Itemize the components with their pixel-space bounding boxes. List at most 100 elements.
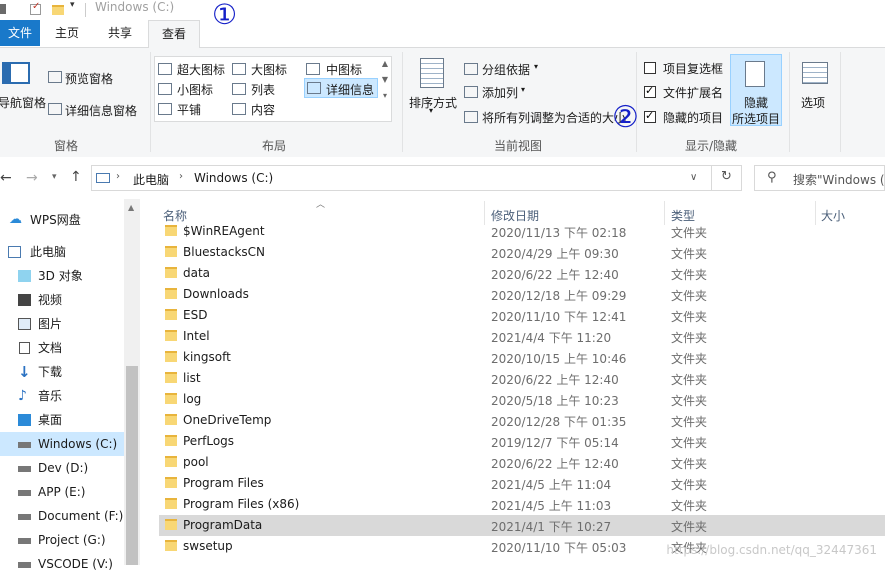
layout-option-label: 详细信息: [326, 83, 375, 97]
table-row[interactable]: data 2020/6/22 上午 12:40 文件夹: [159, 263, 885, 284]
hidden-items-checkbox[interactable]: [644, 109, 656, 123]
nav-item-drive-g[interactable]: Project (G:): [0, 528, 124, 552]
hide-selected-items-button[interactable]: 隐藏 所选项目: [730, 54, 782, 126]
address-bar[interactable]: › 此电脑 › Windows (C:) ∨ ↻: [91, 165, 742, 191]
fit-columns-label: 将所有列调整为合适的大小: [482, 111, 627, 125]
file-extensions-toggle[interactable]: 文件扩展名: [643, 83, 729, 101]
layout-details[interactable]: 详细信息: [304, 78, 378, 98]
back-arrow-icon[interactable]: ←: [0, 170, 12, 186]
layout-scroll-buttons[interactable]: ▲ ▼ ▾: [380, 56, 390, 120]
table-row[interactable]: ProgramData 2021/4/1 下午 10:27 文件夹: [159, 515, 885, 536]
table-row[interactable]: log 2020/5/18 上午 10:23 文件夹: [159, 389, 885, 410]
nav-item-pictures[interactable]: 图片: [0, 312, 124, 336]
table-row[interactable]: list 2020/6/22 上午 12:40 文件夹: [159, 368, 885, 389]
item-checkboxes-checkbox[interactable]: [644, 62, 656, 74]
preview-pane-button[interactable]: 预览窗格: [47, 68, 147, 86]
cube-icon: [18, 270, 31, 282]
folder-icon: [165, 288, 177, 299]
folder-icon: [165, 456, 177, 467]
forward-arrow-icon[interactable]: →: [26, 170, 38, 186]
layout-extra-large-icons[interactable]: 超大图标: [158, 60, 230, 78]
file-type: 文件夹: [671, 520, 708, 534]
layout-tiles[interactable]: 平铺: [158, 100, 230, 118]
fit-all-columns-button[interactable]: 将所有列调整为合适的大小: [463, 108, 633, 126]
table-row[interactable]: PerfLogs 2019/12/7 下午 05:14 文件夹: [159, 431, 885, 452]
new-folder-icon[interactable]: [52, 5, 64, 15]
table-row[interactable]: OneDriveTemp 2020/12/28 下午 01:35 文件夹: [159, 410, 885, 431]
nav-item-downloads[interactable]: ↓ 下载: [0, 360, 124, 384]
nav-item-drive-v[interactable]: VSCODE (V:): [0, 552, 124, 576]
tab-view[interactable]: 查看: [148, 20, 200, 49]
nav-item-3d-objects[interactable]: 3D 对象: [0, 264, 124, 288]
scroll-up-icon[interactable]: ▲: [380, 56, 390, 72]
fit-columns-icon: [464, 111, 478, 123]
tab-share[interactable]: 共享: [94, 20, 146, 46]
group-by-button[interactable]: 分组依据 ▾: [463, 60, 553, 78]
table-row[interactable]: Intel 2021/4/4 下午 11:20 文件夹: [159, 326, 885, 347]
breadcrumb-separator-icon[interactable]: ›: [179, 171, 183, 182]
group-label-layout: 布局: [262, 139, 287, 153]
sort-by-button[interactable]: 排序方式 ▾: [406, 54, 458, 120]
table-row[interactable]: pool 2020/6/22 上午 12:40 文件夹: [159, 452, 885, 473]
details-pane-button[interactable]: 详细信息窗格: [47, 100, 147, 118]
table-row[interactable]: kingsoft 2020/10/15 上午 10:46 文件夹: [159, 347, 885, 368]
table-row[interactable]: $WinREAgent 2020/11/13 下午 02:18 文件夹: [159, 221, 885, 242]
table-row[interactable]: Downloads 2020/12/18 上午 09:29 文件夹: [159, 284, 885, 305]
hidden-items-toggle[interactable]: 隐藏的项目: [643, 108, 729, 126]
table-row[interactable]: Program Files 2021/4/5 上午 11:04 文件夹: [159, 473, 885, 494]
layout-medium-icons[interactable]: 中图标: [306, 60, 380, 78]
nav-item-drive-e[interactable]: APP (E:): [0, 480, 124, 504]
table-row[interactable]: Program Files (x86) 2021/4/5 上午 11:03 文件夹: [159, 494, 885, 515]
nav-item-drive-c[interactable]: Windows (C:): [0, 432, 124, 456]
nav-item-videos[interactable]: 视频: [0, 288, 124, 312]
layout-large-icons[interactable]: 大图标: [232, 60, 302, 78]
layout-small-icons[interactable]: 小图标: [158, 80, 230, 98]
file-extensions-checkbox[interactable]: [644, 84, 656, 98]
add-columns-button[interactable]: 添加列 ▾: [463, 83, 553, 101]
scroll-down-icon[interactable]: ▼: [380, 72, 390, 88]
navigation-pane-button[interactable]: 导航窗格: [0, 56, 46, 124]
quick-access-dropdown-icon[interactable]: ▾: [70, 0, 75, 10]
properties-icon[interactable]: ✓: [30, 1, 41, 15]
nav-item-drive-f[interactable]: Document (F:): [0, 504, 124, 528]
tab-home[interactable]: 主页: [42, 20, 92, 46]
item-checkboxes-label: 项目复选框: [663, 62, 724, 76]
expand-gallery-icon[interactable]: ▾: [380, 88, 390, 104]
nav-item-documents[interactable]: 文档: [0, 336, 124, 360]
refresh-icon[interactable]: ↻: [721, 169, 732, 184]
breadcrumb-current[interactable]: Windows (C:): [194, 171, 273, 185]
layout-content[interactable]: 内容: [232, 100, 302, 118]
preview-pane-label: 预览窗格: [65, 72, 114, 86]
nav-scrollbar-thumb[interactable]: [126, 366, 138, 565]
options-button[interactable]: 选项: [797, 56, 833, 120]
table-row[interactable]: BluestacksCN 2020/4/29 上午 09:30 文件夹: [159, 242, 885, 263]
breadcrumb-separator-icon[interactable]: ›: [116, 171, 120, 182]
search-box[interactable]: ⚲ 搜索"Windows (: [754, 165, 885, 191]
add-columns-dropdown-icon: ▾: [521, 85, 526, 94]
table-row[interactable]: ESD 2020/11/10 下午 12:41 文件夹: [159, 305, 885, 326]
tab-file[interactable]: 文件: [0, 20, 40, 46]
navigation-pane: ☁ WPS网盘 此电脑 3D 对象 视频 图片 文档 ↓ 下载 ♪ 音乐 桌面 …: [0, 199, 124, 571]
file-type: 文件夹: [671, 310, 708, 324]
layout-option-label: 列表: [251, 83, 276, 97]
nav-item-music[interactable]: ♪ 音乐: [0, 384, 124, 408]
nav-item-this-pc[interactable]: 此电脑: [0, 240, 124, 264]
nav-item-desktop[interactable]: 桌面: [0, 408, 124, 432]
up-arrow-icon[interactable]: ↑: [70, 169, 82, 185]
recent-locations-icon[interactable]: ▾: [52, 172, 57, 182]
nav-item-wps-cloud[interactable]: ☁ WPS网盘: [0, 208, 124, 232]
folder-icon: [165, 309, 177, 320]
address-dropdown-icon[interactable]: ∨: [690, 172, 697, 183]
file-name: Downloads: [183, 287, 249, 301]
layout-list[interactable]: 列表: [232, 80, 302, 98]
search-icon: ⚲: [767, 170, 777, 185]
nav-item-drive-d[interactable]: Dev (D:): [0, 456, 124, 480]
nav-item-label: WPS网盘: [30, 213, 81, 227]
folder-icon: [165, 225, 177, 236]
scroll-up-arrow-icon[interactable]: ▲: [128, 203, 134, 212]
breadcrumb-this-pc[interactable]: 此电脑: [133, 171, 169, 188]
file-type: 文件夹: [671, 268, 708, 282]
item-checkboxes-toggle[interactable]: 项目复选框: [643, 59, 729, 77]
file-name: Program Files (x86): [183, 497, 300, 511]
file-name: ESD: [183, 308, 208, 322]
